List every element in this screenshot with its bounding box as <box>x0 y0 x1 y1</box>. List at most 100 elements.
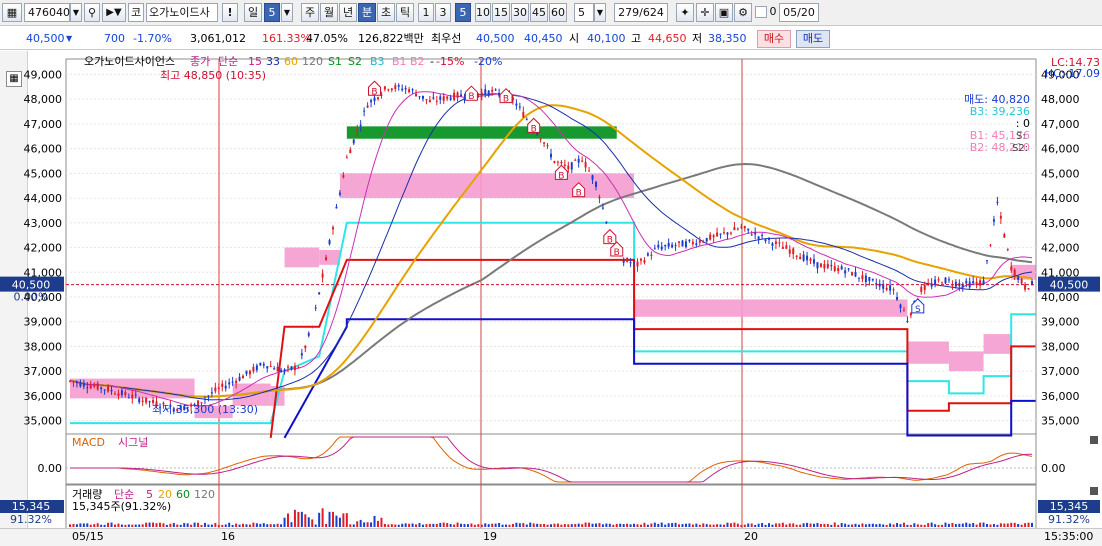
y-tick-right: 40,000 <box>1041 291 1080 304</box>
strength-value: 47.05% <box>306 32 348 45</box>
period-week-button[interactable]: 주 <box>301 3 319 22</box>
count-total: /624 <box>639 6 664 19</box>
volume-bar <box>1006 523 1009 527</box>
candle-body <box>889 285 892 291</box>
volume-bar <box>477 524 480 527</box>
date-field[interactable]: 05/20 <box>779 3 819 22</box>
stock-code-dropdown-icon[interactable]: ▼ <box>70 3 82 22</box>
count-field[interactable]: 279/624 <box>614 3 668 22</box>
candle-body <box>899 304 902 309</box>
volume-bar <box>944 522 947 527</box>
interval-dropdown-icon[interactable]: ▼ <box>594 3 606 22</box>
volume-bar <box>581 524 584 527</box>
candle-body <box>709 234 712 240</box>
candle-body <box>259 362 262 366</box>
interval-3-button[interactable]: 3 <box>435 3 451 22</box>
legend-item: 120 <box>302 55 323 68</box>
volume-bar <box>449 524 452 527</box>
interval-30-button[interactable]: 30 <box>511 3 529 22</box>
period-day-button[interactable]: 일 <box>244 3 262 22</box>
volume-bar <box>463 524 466 527</box>
y-tick-left: 37,000 <box>24 365 63 378</box>
volume-bar <box>923 524 926 527</box>
candle-body <box>370 100 373 103</box>
volume-bar <box>920 524 923 527</box>
volume-bar <box>733 522 736 527</box>
volume-bar <box>857 524 860 527</box>
macd-zero-tick-left: 0.00 <box>38 462 63 475</box>
volume-bar <box>345 513 348 527</box>
stock-chart[interactable]: 49,000 49,00048,000 48,00047,000 47,00046,0… <box>0 51 1102 529</box>
candle-body <box>134 394 137 396</box>
speaker-icon[interactable]: ▶▼ <box>102 3 126 22</box>
candle-body <box>643 260 646 263</box>
candle-body <box>418 96 421 98</box>
interval-5-button[interactable]: 5 <box>455 3 471 22</box>
interval-15-button[interactable]: 15 <box>492 3 510 22</box>
sell-button[interactable]: 매도 <box>796 30 830 48</box>
interval-60-button[interactable]: 60 <box>549 3 567 22</box>
legend-item: B1 <box>392 55 407 68</box>
period-year-button[interactable]: 년 <box>339 3 357 22</box>
save-icon[interactable]: ▣ <box>715 3 733 22</box>
candle-body <box>255 365 258 371</box>
candle-body <box>826 263 829 268</box>
interval-10-button[interactable]: 10 <box>475 3 491 22</box>
buy-signal-letter: B <box>558 171 564 181</box>
candle-body <box>816 262 819 269</box>
volume-bar <box>954 524 957 527</box>
candle-body <box>934 279 937 285</box>
interval-input[interactable]: 5 <box>574 3 594 22</box>
price-dropdown-icon[interactable]: ▼ <box>66 31 72 47</box>
candle-body <box>1017 276 1020 280</box>
interval-1-button[interactable]: 1 <box>418 3 434 22</box>
candle-body <box>439 96 442 100</box>
volume-bar <box>1024 523 1027 527</box>
volume-bar <box>259 523 262 527</box>
search-icon[interactable]: ⚲ <box>84 3 100 22</box>
candle-body <box>515 103 518 106</box>
volume-bar <box>833 522 836 527</box>
gear-icon[interactable]: ⚙ <box>734 3 752 22</box>
period-minutes-button[interactable]: 분 <box>358 3 376 22</box>
y-tick-right: 35,000 <box>1041 415 1080 428</box>
candle-body <box>539 138 542 140</box>
period-month-button[interactable]: 월 <box>320 3 338 22</box>
candle-body <box>567 165 570 170</box>
volume-bar <box>522 523 525 527</box>
pin-icon[interactable]: ✦ <box>676 3 694 22</box>
candle-body <box>131 394 134 399</box>
period-tick-button[interactable]: 틱 <box>396 3 414 22</box>
volume-bar <box>788 523 791 527</box>
volume-bar <box>643 522 646 527</box>
volume-bar <box>875 524 878 527</box>
candle-body <box>1010 266 1013 271</box>
period-dropdown-icon[interactable]: ▼ <box>281 3 293 22</box>
volume-bar <box>605 523 608 527</box>
candle-body <box>844 270 847 274</box>
interval-45-button[interactable]: 45 <box>530 3 548 22</box>
stock-name-field[interactable]: 오가노이드사 <box>146 3 218 22</box>
candle-body <box>570 162 573 170</box>
low-label: 저 <box>692 32 703 45</box>
period-second-button[interactable]: 초 <box>377 3 395 22</box>
crosshair-icon[interactable]: ✛ <box>696 3 714 22</box>
best-ask: 40,500 <box>476 32 515 45</box>
volume-bar <box>176 524 179 527</box>
open-label: 시 <box>569 32 580 45</box>
volume-bar <box>930 522 933 527</box>
chart-menu-icon[interactable]: ▦ <box>2 3 22 22</box>
date-checkbox[interactable] <box>755 6 767 18</box>
volume-bar <box>764 524 767 527</box>
period-minute-value[interactable]: 5 <box>264 3 280 22</box>
volume-bar <box>882 524 885 527</box>
volume-bar <box>373 515 376 527</box>
candle-body <box>626 258 629 262</box>
candle-body <box>342 175 345 178</box>
candle-body <box>491 89 494 92</box>
candle-body <box>522 111 525 118</box>
warning-button[interactable]: ! <box>222 3 238 22</box>
volume-bar <box>428 523 431 527</box>
stock-code-input[interactable]: 476040 <box>24 3 70 22</box>
buy-button[interactable]: 매수 <box>757 30 791 48</box>
